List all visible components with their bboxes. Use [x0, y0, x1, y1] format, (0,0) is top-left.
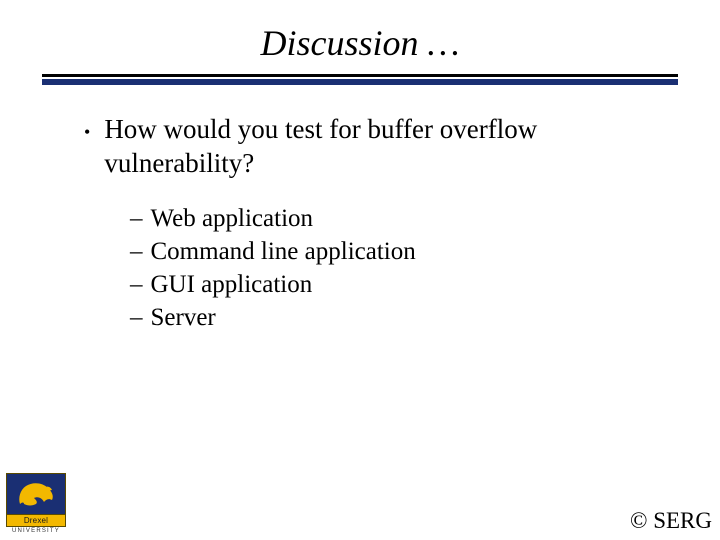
slide: Discussion … • How would you test for bu…: [0, 0, 720, 540]
bullet-dot-icon: •: [84, 121, 90, 144]
sub-item-text: GUI application: [151, 269, 313, 300]
slide-title: Discussion …: [0, 0, 720, 70]
list-item: – Command line application: [130, 236, 660, 267]
bullet-item: • How would you test for buffer overflow…: [84, 113, 660, 181]
list-item: – Web application: [130, 203, 660, 234]
title-rule: [42, 74, 678, 85]
sub-item-text: Command line application: [151, 236, 416, 267]
copyright-text: © SERG: [630, 508, 712, 534]
dragon-icon: [14, 478, 58, 510]
logo-emblem: [6, 473, 66, 515]
sub-item-text: Server: [151, 302, 216, 333]
list-item: – GUI application: [130, 269, 660, 300]
content-area: • How would you test for buffer overflow…: [0, 85, 720, 334]
sub-item-text: Web application: [151, 203, 314, 234]
sub-list: – Web application – Command line applica…: [130, 203, 660, 334]
university-logo: Drexel UNIVERSITY: [6, 473, 66, 534]
logo-name: Drexel: [6, 515, 66, 527]
logo-subtitle: UNIVERSITY: [6, 528, 66, 534]
dash-icon: –: [130, 236, 143, 267]
dash-icon: –: [130, 269, 143, 300]
bullet-text: How would you test for buffer overflow v…: [104, 113, 660, 181]
list-item: – Server: [130, 302, 660, 333]
dash-icon: –: [130, 203, 143, 234]
dash-icon: –: [130, 302, 143, 333]
